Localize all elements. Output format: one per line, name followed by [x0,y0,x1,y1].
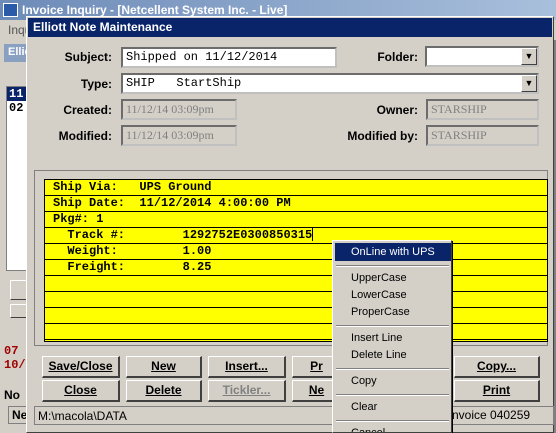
note-line: Pkg#: 1 [45,212,547,228]
menu-separator [336,325,449,327]
menu-separator [336,265,449,267]
menu-item-copy[interactable]: Copy [335,372,451,390]
status-bar-invoice: nvoice 040259 [452,408,531,422]
owner-field: STARSHIP [426,99,539,120]
context-menu: OnLine with UPS UpperCase LowerCase Prop… [332,240,452,433]
note-line [45,292,547,308]
menu-item-clear[interactable]: Clear [335,398,451,416]
menu-item-propercase[interactable]: ProperCase [335,303,451,321]
delete-button[interactable]: Delete [126,380,202,402]
menu-item-uppercase[interactable]: UpperCase [335,269,451,287]
folder-label: Folder: [377,50,418,64]
chevron-down-icon[interactable]: ▼ [521,48,537,65]
note-text-area[interactable]: Ship Via: UPS Ground Ship Date: 11/12/20… [44,179,548,342]
close-button[interactable]: Close [42,380,120,402]
menu-item-cancel[interactable]: Cancel [335,424,451,432]
menu-separator [336,420,449,422]
modified-label: Modified: [58,129,112,143]
print-button[interactable]: Print [454,380,540,402]
modified-field: 11/12/14 03:09pm [121,125,237,146]
menu-separator [336,368,449,370]
note-line [45,324,547,340]
copy-button[interactable]: Copy... [454,356,540,378]
text-caret [312,228,314,242]
note-line: Ship Date: 11/12/2014 4:00:00 PM [45,196,547,212]
tickler-button[interactable]: Tickler... [208,380,286,402]
new-button[interactable]: New [126,356,202,378]
dialog-title: Elliott Note Maintenance [28,18,552,37]
note-line [45,308,547,324]
note-line [45,276,547,292]
insert-button[interactable]: Insert... [208,356,286,378]
created-field: 11/12/14 03:09pm [121,99,237,120]
save-close-button[interactable]: Save/Close [42,356,120,378]
created-label: Created: [63,103,112,117]
owner-label: Owner: [376,103,418,117]
app-icon [3,3,18,17]
type-select[interactable]: SHIP StartShip [121,73,539,94]
menu-separator [336,394,449,396]
subject-label: Subject: [64,50,112,64]
note-line-text: Track #: 1292752E0300850315 [53,228,313,242]
note-line: Weight: 1.00 [45,244,547,260]
menu-item-insert-line[interactable]: Insert Line [335,329,451,347]
type-label: Type: [80,77,112,91]
modified-by-label: Modified by: [347,129,418,143]
note-line: Freight: 8.25 [45,260,547,276]
note-line: Track #: 1292752E0300850315 [45,228,547,244]
subject-field[interactable]: Shipped on 11/12/2014 [121,47,337,68]
menu-item-delete-line[interactable]: Delete Line [335,346,451,364]
menu-item-lowercase[interactable]: LowerCase [335,286,451,304]
background-no-label: No [4,388,20,402]
chevron-down-icon[interactable]: ▼ [521,75,537,92]
modified-by-field: STARSHIP [426,125,539,146]
note-line: Ship Via: UPS Ground [45,180,547,196]
menu-item-online-ups[interactable]: OnLine with UPS [335,243,451,261]
